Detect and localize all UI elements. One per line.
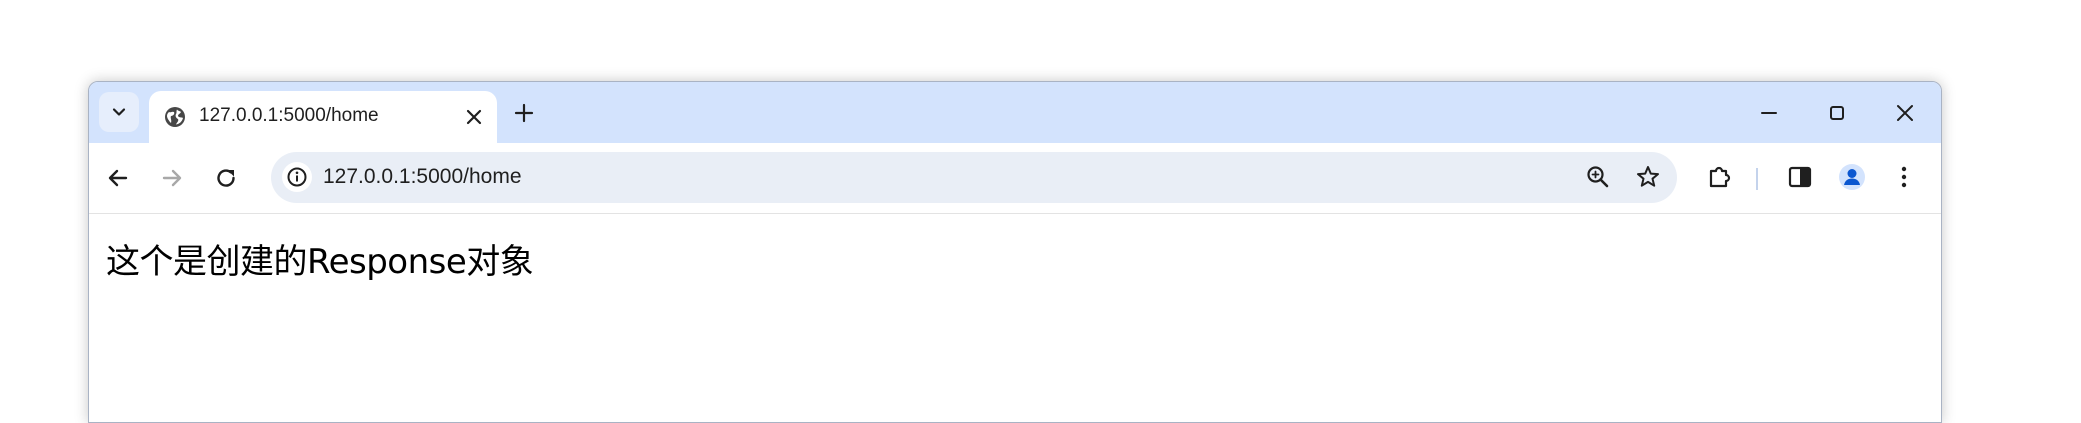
extensions-icon[interactable] [1706, 163, 1734, 191]
active-tab[interactable]: 127.0.0.1:5000/home [149, 91, 497, 143]
url-text[interactable]: 127.0.0.1:5000/home [323, 165, 522, 189]
side-panel-icon[interactable] [1786, 163, 1814, 191]
tab-strip: 127.0.0.1:5000/home [89, 82, 1941, 143]
forward-icon[interactable] [159, 165, 185, 191]
info-icon[interactable] [281, 161, 313, 193]
page-body-text: 这个是创建的Response对象 [106, 242, 534, 282]
back-icon[interactable] [105, 165, 131, 191]
bookmark-star-icon[interactable] [1635, 164, 1661, 190]
browser-window: 127.0.0.1:5000/home 127.0.0.1:5000/home … [88, 81, 1942, 423]
address-bar[interactable]: 127.0.0.1:5000/home [271, 152, 1677, 203]
tab-search-button[interactable] [99, 92, 139, 132]
minimize-icon[interactable] [1756, 100, 1782, 126]
close-window-icon[interactable] [1892, 100, 1918, 126]
browser-toolbar: 127.0.0.1:5000/home [89, 143, 1941, 214]
reload-icon[interactable] [213, 165, 239, 191]
close-tab-icon[interactable] [463, 106, 485, 128]
profile-icon[interactable] [1838, 163, 1866, 191]
maximize-icon[interactable] [1824, 100, 1850, 126]
toolbar-divider [1756, 168, 1758, 190]
zoom-icon[interactable] [1585, 164, 1611, 190]
new-tab-icon[interactable] [513, 102, 535, 124]
page-content: 这个是创建的Response对象 [89, 214, 1941, 422]
tab-title: 127.0.0.1:5000/home [199, 105, 379, 126]
globe-icon [165, 107, 185, 127]
chevron-down-icon [112, 108, 126, 116]
menu-icon[interactable] [1890, 163, 1918, 191]
